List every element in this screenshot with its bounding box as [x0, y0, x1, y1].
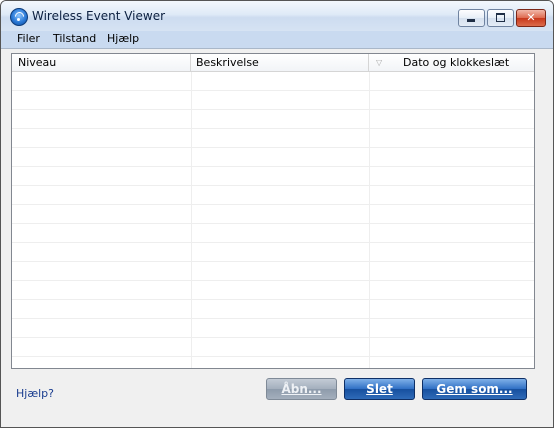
title-bar[interactable]: Wireless Event Viewer ✕ — [1, 1, 553, 32]
menu-tilstand[interactable]: Tilstand — [53, 32, 96, 45]
column-header-dato[interactable]: ▽ Dato og klokkeslæt — [369, 54, 534, 71]
table-row — [12, 338, 534, 357]
window-title: Wireless Event Viewer — [32, 9, 166, 23]
table-row — [12, 281, 534, 300]
menu-filer[interactable]: Filer — [17, 32, 40, 45]
menu-hjaelp[interactable]: Hjælp — [107, 32, 139, 45]
list-header: Niveau Beskrivelse ▽ Dato og klokkeslæt — [12, 54, 534, 72]
delete-button[interactable]: Slet — [344, 378, 415, 400]
table-row — [12, 167, 534, 186]
event-list[interactable]: Niveau Beskrivelse ▽ Dato og klokkeslæt — [11, 53, 535, 369]
maximize-button[interactable] — [487, 9, 514, 27]
table-row — [12, 319, 534, 338]
table-row — [12, 129, 534, 148]
column-header-niveau[interactable]: Niveau — [12, 54, 191, 71]
table-row — [12, 205, 534, 224]
client-area: Niveau Beskrivelse ▽ Dato og klokkeslæt — [1, 48, 553, 427]
maximize-icon — [496, 13, 505, 22]
table-row — [12, 72, 534, 91]
minimize-icon — [467, 19, 475, 22]
table-row — [12, 148, 534, 167]
table-row — [12, 262, 534, 281]
wireless-icon[interactable] — [10, 8, 28, 26]
minimize-button[interactable] — [458, 9, 485, 27]
table-row — [12, 186, 534, 205]
close-icon: ✕ — [526, 11, 536, 24]
table-row — [12, 110, 534, 129]
close-button[interactable]: ✕ — [516, 9, 546, 27]
help-link[interactable]: Hjælp? — [16, 387, 54, 400]
sort-arrow-icon: ▽ — [376, 58, 383, 67]
save-as-button[interactable]: Gem som... — [422, 378, 527, 400]
menu-bar: Filer Tilstand Hjælp — [1, 31, 553, 48]
app-window: Wireless Event Viewer ✕ Filer Tilstand H… — [0, 0, 554, 428]
table-row — [12, 243, 534, 262]
open-button[interactable]: Åbn... — [266, 378, 337, 400]
column-header-beskrivelse[interactable]: Beskrivelse — [191, 54, 369, 71]
table-row — [12, 224, 534, 243]
table-row — [12, 300, 534, 319]
column-header-dato-label: Dato og klokkeslæt — [403, 56, 510, 69]
table-row — [12, 91, 534, 110]
